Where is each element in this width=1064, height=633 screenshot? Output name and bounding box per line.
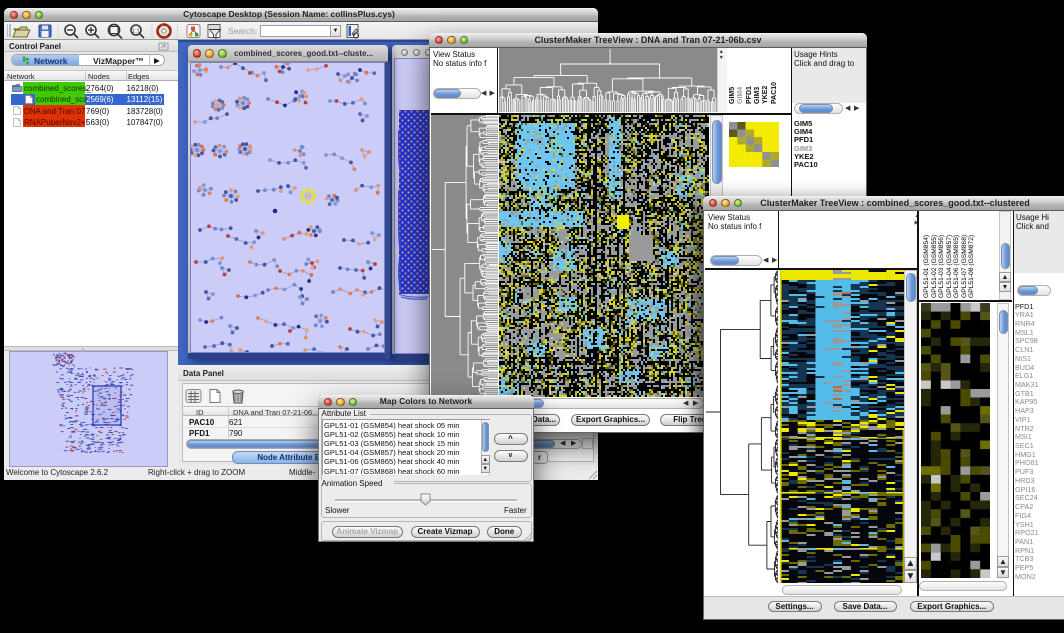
svg-text:1:1: 1:1 bbox=[132, 29, 140, 35]
